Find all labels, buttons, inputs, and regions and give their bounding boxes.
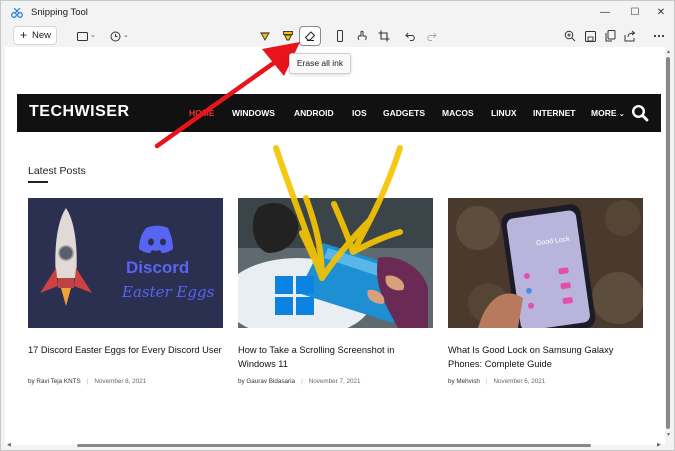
nav-item-linux[interactable]: LINUX [491,108,517,118]
meta-separator: | [301,378,303,385]
eraser-icon[interactable] [302,28,318,44]
post-meta-good-lock: by Mehvish | November 6, 2021 [448,378,545,385]
thumbnail-discord-title: Discord [126,258,190,277]
post-meta-discord: by Ravi Teja KNTS | November 8, 2021 [28,378,146,385]
touch-writing-icon[interactable] [354,28,370,44]
minimize-button[interactable]: — [591,4,619,22]
post-date: November 6, 2021 [493,378,546,385]
snip-mode-chevron-down-icon[interactable]: ⌄ [90,31,96,39]
zoom-in-icon[interactable] [562,28,578,44]
redo-icon[interactable] [423,28,439,44]
crop-icon[interactable] [376,28,392,44]
nav-item-more[interactable]: MORE ⌄ [591,108,625,118]
post-title-discord[interactable]: 17 Discord Easter Eggs for Every Discord… [28,343,223,357]
horizontal-scrollbar[interactable] [77,444,591,447]
nav-item-android[interactable]: ANDROID [294,108,334,118]
post-meta-scrolling-screenshot: by Gaurav Bidasaria | November 7, 2021 [238,378,361,385]
heading-underline [28,181,48,183]
plus-icon: + [20,28,28,42]
copy-icon[interactable] [602,28,618,44]
post-date: November 8, 2021 [94,378,147,385]
post-date: November 7, 2021 [308,378,361,385]
post-author[interactable]: by Ravi Teja KNTS [28,378,81,385]
window-title: Snipping Tool [31,7,88,18]
nav-item-macos[interactable]: MACOS [442,108,474,118]
nav-item-home[interactable]: HOME [189,108,215,118]
close-button[interactable]: ✕ [647,4,675,22]
delay-chevron-down-icon[interactable]: ⌄ [123,31,129,39]
vertical-scrollbar[interactable] [666,57,670,429]
search-icon[interactable] [631,104,649,122]
post-author[interactable]: by Gaurav Bidasaria [238,378,295,385]
ruler-icon[interactable] [332,28,348,44]
scroll-right-arrow-icon[interactable]: ▶ [657,442,661,448]
latest-posts-heading: Latest Posts [28,165,86,177]
more-options-icon[interactable] [651,28,667,44]
nav-item-internet[interactable]: INTERNET [533,108,576,118]
new-button-label: New [32,30,52,41]
post-title-good-lock[interactable]: What Is Good Lock on Samsung Galaxy Phon… [448,343,643,371]
erase-all-ink-tooltip: Erase all ink [289,53,351,74]
toolbar: + New ⌄ ⌄ [1,25,674,47]
scroll-up-arrow-icon[interactable]: ▲ [666,49,671,55]
share-icon[interactable] [622,28,638,44]
post-thumbnail-good-lock[interactable]: Good Lock [448,198,643,328]
highlighter-icon[interactable] [280,28,296,44]
nav-item-gadgets[interactable]: GADGETS [383,108,425,118]
maximize-button[interactable]: ☐ [621,4,649,22]
chevron-down-icon: ⌄ [618,111,625,118]
post-thumbnail-discord[interactable]: Discord Easter Eggs [28,198,223,328]
post-author[interactable]: by Mehvish [448,378,480,385]
meta-separator: | [485,378,488,385]
thumbnail-discord-subtitle: Easter Eggs [122,283,215,301]
delay-timer-icon[interactable] [107,28,123,44]
new-snip-button[interactable]: + New [13,26,57,45]
nav-item-ios[interactable]: IOS [352,108,367,118]
post-thumbnail-windows[interactable] [238,198,433,328]
website-navbar: TECHWISER HOME WINDOWS ANDROID IOS GADGE… [17,94,661,132]
snip-mode-icon[interactable] [74,28,90,44]
snipping-tool-window: Snipping Tool — ☐ ✕ + New ⌄ ⌄ Erase all … [0,0,675,451]
scroll-down-arrow-icon[interactable]: ▼ [666,432,671,438]
nav-more-label: MORE [591,108,617,118]
ballpoint-pen-icon[interactable] [257,28,273,44]
save-icon[interactable] [582,28,598,44]
site-logo[interactable]: TECHWISER [29,103,130,121]
screenshot-canvas[interactable]: TECHWISER HOME WINDOWS ANDROID IOS GADGE… [5,47,665,445]
meta-separator: | [86,378,89,385]
nav-item-windows[interactable]: WINDOWS [232,108,275,118]
undo-icon[interactable] [403,28,419,44]
post-title-scrolling-screenshot[interactable]: How to Take a Scrolling Screenshot in Wi… [238,343,433,371]
snipping-tool-app-icon [11,8,23,18]
scroll-left-arrow-icon[interactable]: ◀ [7,442,11,448]
title-bar: Snipping Tool — ☐ ✕ [1,1,674,25]
